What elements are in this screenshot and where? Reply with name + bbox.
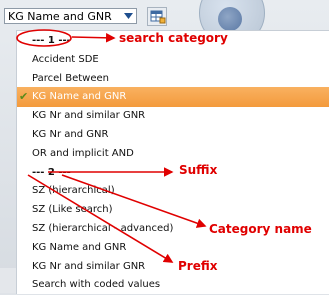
chevron-down-icon[interactable] — [122, 10, 135, 22]
annotation-search-category: search category — [119, 31, 228, 45]
list-group-header: --- 2 --- — [17, 163, 329, 183]
list-item[interactable]: OR and implicit AND — [17, 144, 329, 164]
list-item[interactable]: KG Name and GNR — [17, 238, 329, 258]
check-icon: ✔ — [19, 90, 29, 104]
list-item-label: KG Name and GNR — [32, 241, 127, 253]
list-item[interactable]: SZ (Like search) — [17, 200, 329, 220]
annotation-prefix: Prefix — [178, 259, 218, 273]
list-item[interactable]: Accident SDE — [17, 50, 329, 70]
list-item-label: SZ (Like search) — [32, 204, 113, 216]
list-item-label: KG Nr and similar GNR — [32, 260, 146, 272]
list-item[interactable]: Parcel Between — [17, 69, 329, 89]
annotation-category-name: Category name — [209, 222, 312, 236]
list-item-label: Accident SDE — [32, 53, 99, 65]
list-item-label: Search with coded values — [32, 279, 161, 291]
list-item-label: KG Name and GNR — [32, 91, 127, 103]
list-item[interactable]: SZ (hierarchical) — [17, 181, 329, 201]
combo-value: KG Name and GNR — [8, 10, 112, 23]
annotation-suffix: Suffix — [179, 163, 218, 177]
list-item[interactable]: KG Nr and similar GNR — [17, 257, 329, 277]
list-item-label: SZ (hierarchical - advanced) — [32, 223, 174, 234]
table-icon[interactable] — [147, 7, 167, 26]
list-item-label: OR and implicit AND — [32, 147, 134, 159]
search-category-list: --- 1 --- Accident SDE Parcel Between ✔ KG N… — [16, 30, 329, 294]
list-item-label: --- 1 --- — [32, 35, 71, 46]
list-item[interactable]: KG Nr and GNR — [17, 125, 329, 145]
list-item[interactable]: KG Nr and similar GNR — [17, 106, 329, 126]
list-item-label: KG Nr and similar GNR — [32, 110, 146, 122]
list-item[interactable]: ✔ KG Name and GNR — [17, 87, 329, 108]
list-item-label: Parcel Between — [32, 72, 109, 84]
list-item-label: SZ (hierarchical) — [32, 185, 115, 197]
list-item[interactable]: Search with coded values — [17, 275, 329, 295]
list-item-label: KG Nr and GNR — [32, 129, 109, 140]
list-item-label: --- 2 --- — [32, 166, 71, 178]
search-category-combo[interactable]: KG Name and GNR — [4, 8, 137, 24]
